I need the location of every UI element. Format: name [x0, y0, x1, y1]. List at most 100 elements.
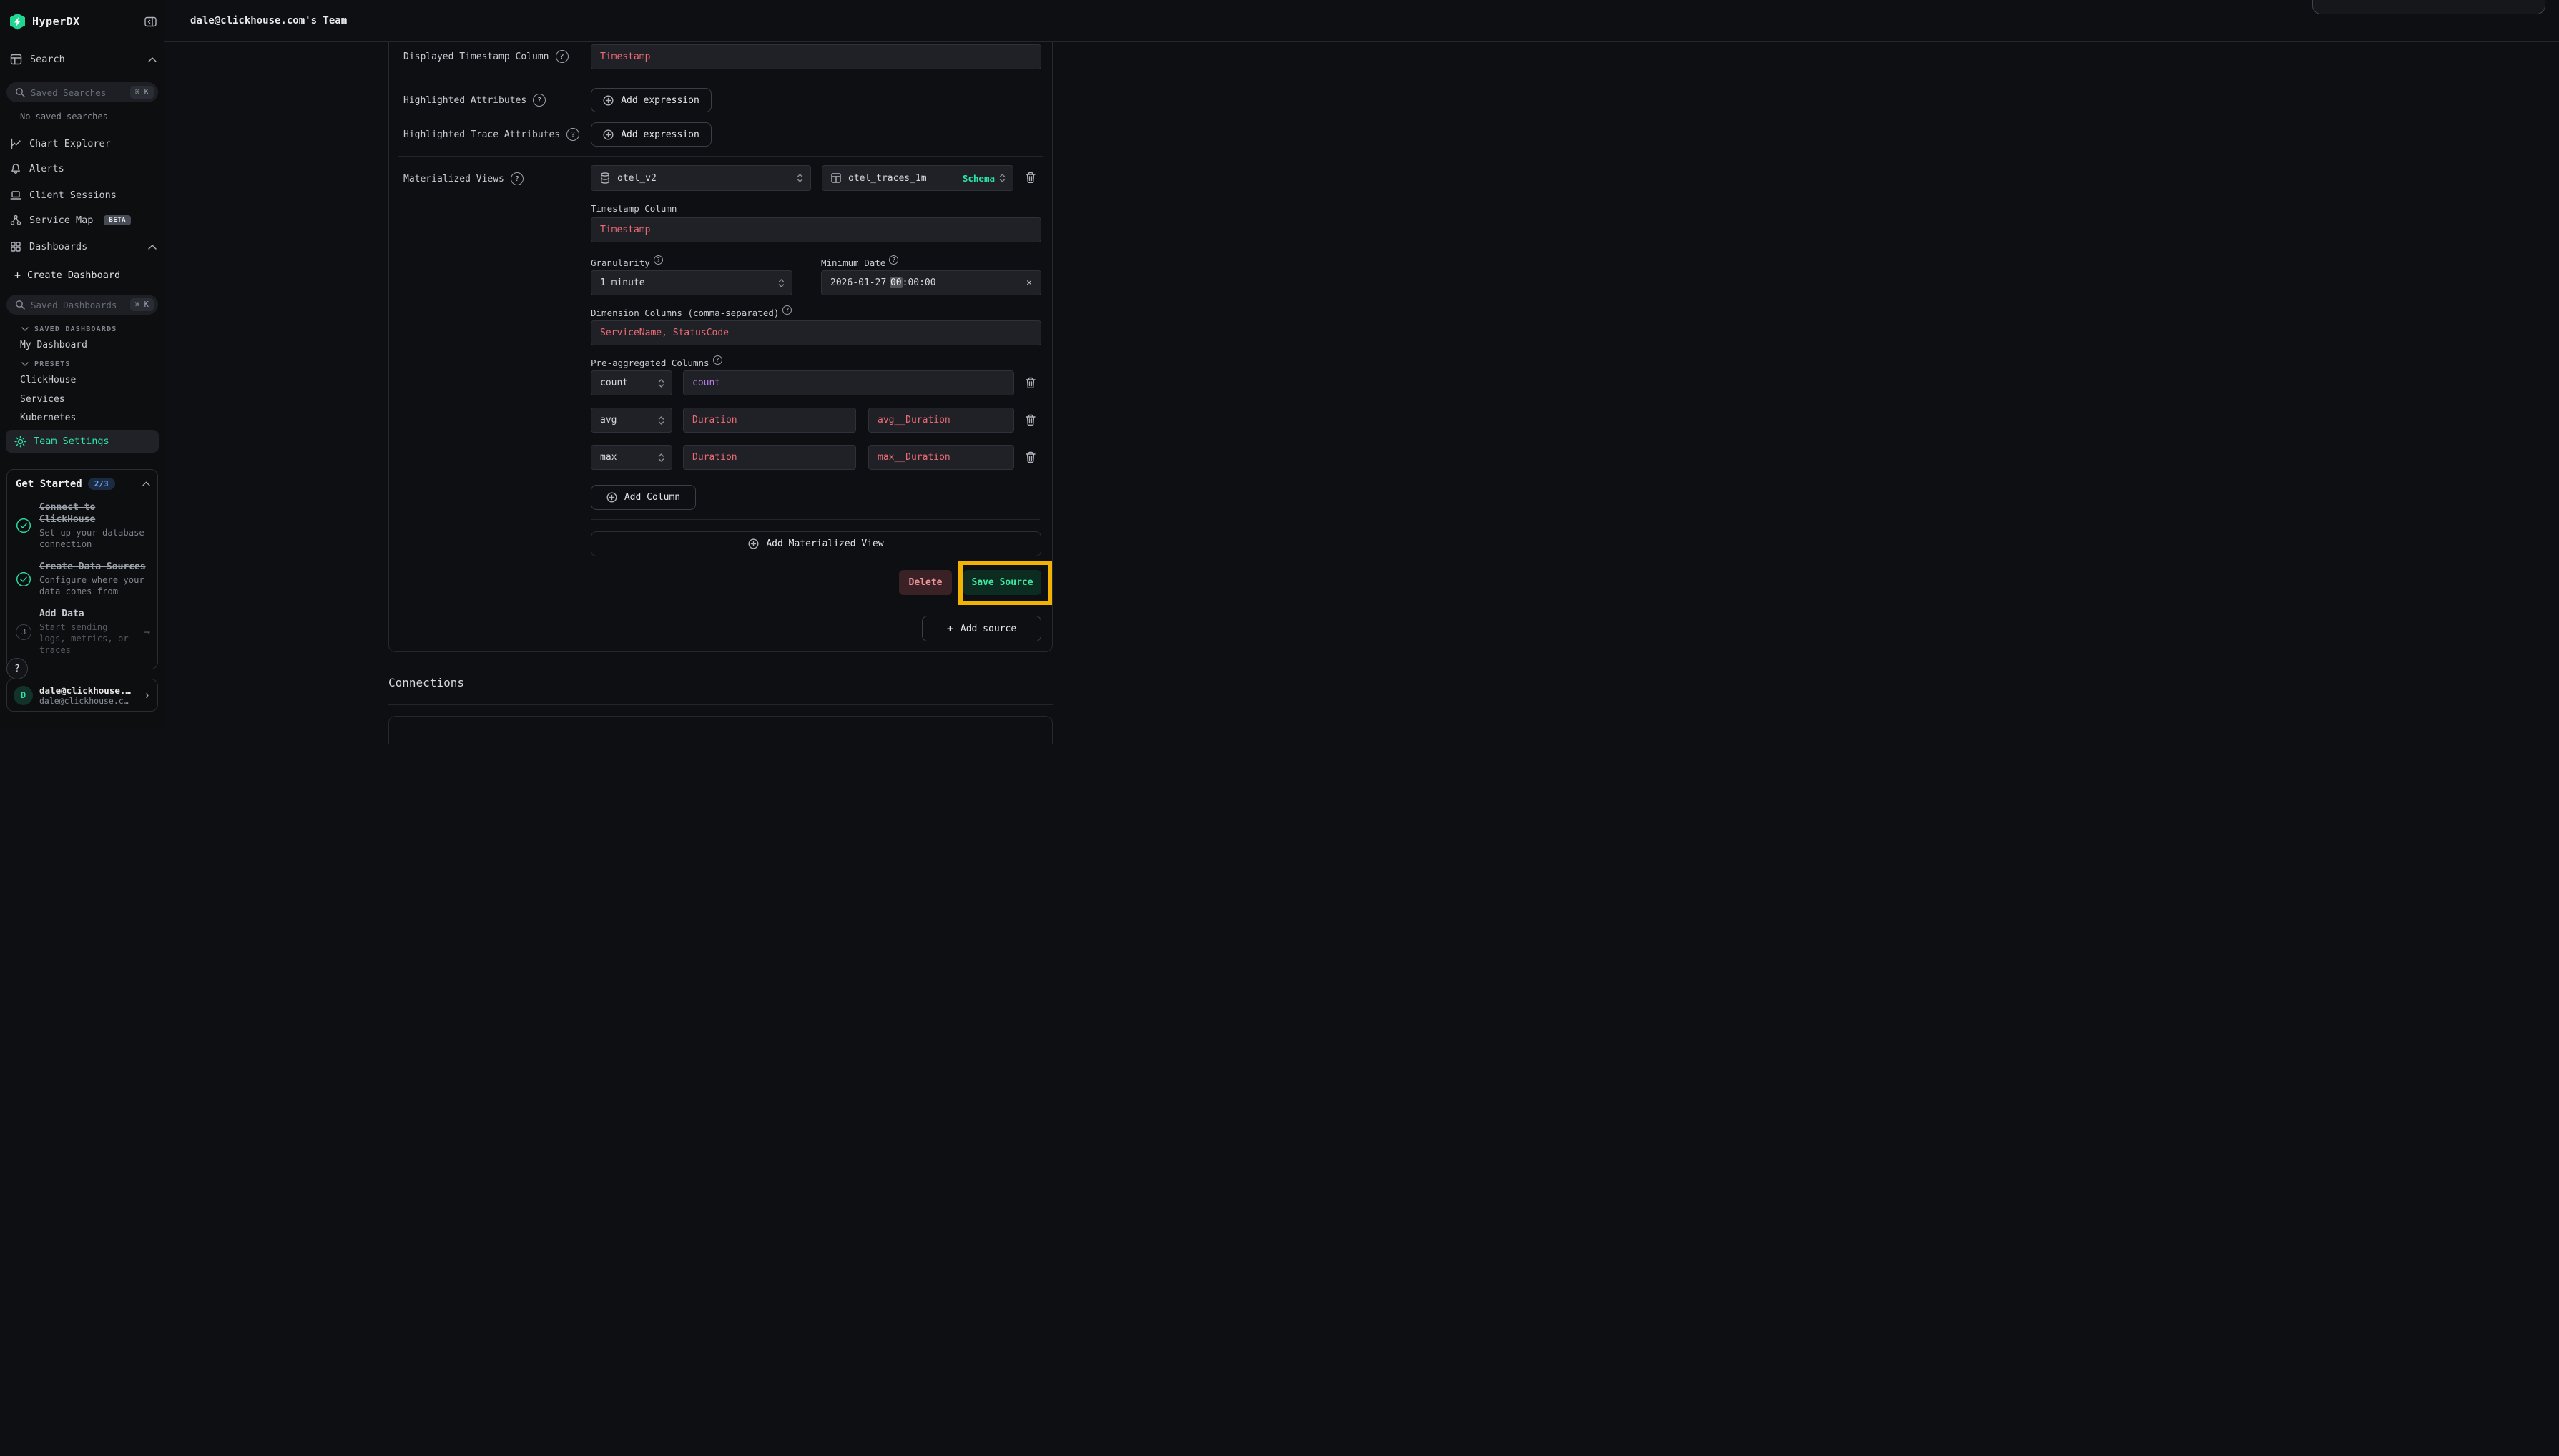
sidebar-item-clickhouse[interactable]: ClickHouse: [20, 373, 76, 387]
chevron-down-icon: [21, 327, 29, 331]
sidebar-collapse-icon[interactable]: [144, 16, 157, 27]
sidebar-item-my-dashboard[interactable]: My Dashboard: [20, 338, 87, 352]
add-source-button[interactable]: + Add source: [922, 616, 1041, 641]
sidebar-item-label: Dashboards: [29, 241, 87, 252]
sidebar-item-label: Search: [30, 54, 65, 65]
aggregation-op-select[interactable]: count: [591, 370, 672, 395]
get-started-step-sources[interactable]: Create Data Sources Configure where your…: [16, 561, 150, 597]
plus-icon: +: [947, 622, 953, 635]
help-icon[interactable]: ?: [511, 172, 524, 185]
help-icon[interactable]: ?: [556, 50, 569, 63]
add-expression-button[interactable]: Add expression: [591, 88, 712, 112]
progress-badge: 2/3: [88, 478, 115, 490]
get-started-step-connect[interactable]: Connect to ClickHouse Set up your databa…: [16, 501, 150, 550]
add-materialized-view-button[interactable]: Add Materialized View: [591, 531, 1041, 556]
aggregation-op-select[interactable]: avg: [591, 408, 672, 433]
check-circle-icon: [16, 518, 31, 533]
add-column-button[interactable]: Add Column: [591, 485, 696, 510]
sidebar-item-alerts[interactable]: Alerts: [10, 159, 157, 179]
get-started-title: Get Started: [16, 478, 82, 490]
aggregation-expression-input[interactable]: count: [683, 370, 1014, 395]
granularity-select[interactable]: 1 minute: [591, 270, 792, 295]
chevron-up-icon[interactable]: [148, 57, 157, 62]
step-title: Add Data: [39, 608, 137, 620]
delete-column-trash-icon[interactable]: [1025, 451, 1036, 463]
user-menu[interactable]: D dale@clickhouse.… dale@clickhouse.c… ›: [6, 679, 158, 712]
dashboards-icon: [10, 241, 21, 252]
select-chevrons-icon: [658, 415, 664, 426]
field-label: Displayed Timestamp Column: [403, 51, 549, 62]
delete-column-trash-icon[interactable]: [1025, 377, 1036, 389]
saved-searches-placeholder: Saved Searches: [31, 87, 124, 98]
divider: [398, 156, 1043, 157]
aggregation-expression-input[interactable]: Duration: [683, 445, 856, 470]
delete-view-trash-icon[interactable]: [1025, 172, 1036, 184]
check-circle-icon: [16, 571, 31, 587]
sidebar-item-search[interactable]: Search: [10, 49, 157, 69]
aggregation-alias-input[interactable]: avg__Duration: [868, 408, 1014, 433]
delete-source-button[interactable]: Delete: [899, 570, 952, 595]
save-source-button[interactable]: Save Source: [963, 570, 1041, 595]
table-icon: [831, 173, 841, 183]
input-value: count: [692, 378, 720, 388]
team-title: dale@clickhouse.com's Team: [190, 15, 347, 26]
delete-column-trash-icon[interactable]: [1025, 414, 1036, 426]
sidebar-item-label: Service Map: [29, 215, 93, 226]
get-started-step-add-data[interactable]: 3 Add Data Start sending logs, metrics, …: [16, 608, 150, 656]
info-icon[interactable]: ?: [713, 355, 722, 365]
circled-plus-icon: [603, 95, 614, 106]
info-icon[interactable]: ?: [654, 255, 663, 265]
date-hours-selected: 00: [890, 277, 903, 288]
help-icon[interactable]: ?: [533, 94, 546, 107]
clear-date-icon[interactable]: ✕: [1026, 277, 1032, 288]
aggregation-alias-input[interactable]: max__Duration: [868, 445, 1014, 470]
sidebar-item-dashboards[interactable]: Dashboards: [10, 237, 157, 257]
presets-group-header[interactable]: PRESETS: [21, 358, 71, 370]
help-button[interactable]: ?: [6, 658, 28, 679]
sidebar-item-client-sessions[interactable]: Client Sessions: [10, 185, 157, 205]
timestamp-column-input[interactable]: Timestamp: [591, 217, 1041, 242]
saved-dashboards-group-header[interactable]: SAVED DASHBOARDS: [21, 323, 117, 335]
database-icon: [600, 172, 610, 184]
main-content: Displayed Timestamp Column ? Timestamp H…: [164, 42, 2559, 1456]
select-value: 1 minute: [600, 277, 645, 288]
sidebar-item-team-settings[interactable]: Team Settings: [6, 430, 159, 453]
sidebar-item-service-map[interactable]: Service Map BETA: [10, 210, 157, 230]
sidebar-item-kubernetes[interactable]: Kubernetes: [20, 410, 76, 425]
get-started-header[interactable]: Get Started 2/3: [16, 478, 150, 490]
schema-link[interactable]: Schema: [963, 173, 995, 184]
sidebar-item-chart-explorer[interactable]: Chart Explorer: [10, 134, 157, 154]
sidebar-item-services[interactable]: Services: [20, 392, 65, 406]
chevron-up-icon[interactable]: [142, 481, 150, 486]
create-dashboard-button[interactable]: + Create Dashboard: [14, 267, 120, 284]
database-select[interactable]: otel_v2: [591, 165, 811, 191]
saved-dashboards-input[interactable]: Saved Dashboards ⌘ K: [6, 295, 158, 315]
input-value: ServiceName, StatusCode: [600, 328, 729, 338]
dimension-columns-label: Dimension Columns (comma-separated)?: [591, 305, 792, 318]
table-select[interactable]: otel_traces_1m Schema: [822, 165, 1013, 191]
select-chevrons-icon: [658, 378, 664, 388]
select-value: count: [600, 378, 628, 388]
chevron-up-icon[interactable]: [148, 245, 157, 250]
preaggregated-columns-label: Pre-aggregated Columns?: [591, 355, 722, 368]
input-value: max__Duration: [878, 452, 951, 463]
displayed-timestamp-input[interactable]: Timestamp: [591, 44, 1041, 69]
field-label: Materialized Views: [403, 174, 504, 185]
saved-searches-input[interactable]: Saved Searches ⌘ K: [6, 82, 158, 102]
info-icon[interactable]: ?: [782, 305, 792, 315]
dashboard-link-label: ClickHouse: [20, 375, 76, 385]
add-expression-button[interactable]: Add expression: [591, 122, 712, 147]
select-value: avg: [600, 415, 617, 426]
minimum-date-input[interactable]: 2026-01-2700:00:00 ✕: [821, 270, 1041, 295]
service-map-icon: [10, 215, 21, 226]
page-header: dale@clickhouse.com's Team: [164, 0, 2559, 42]
aggregation-expression-input[interactable]: Duration: [683, 408, 856, 433]
avatar: D: [14, 686, 33, 705]
bell-icon: [10, 163, 21, 174]
aggregation-op-select[interactable]: max: [591, 445, 672, 470]
info-icon[interactable]: ?: [889, 255, 898, 265]
dimension-columns-input[interactable]: ServiceName, StatusCode: [591, 320, 1041, 345]
divider: [388, 704, 1053, 705]
select-chevrons-icon: [778, 278, 785, 288]
help-icon[interactable]: ?: [566, 128, 579, 141]
